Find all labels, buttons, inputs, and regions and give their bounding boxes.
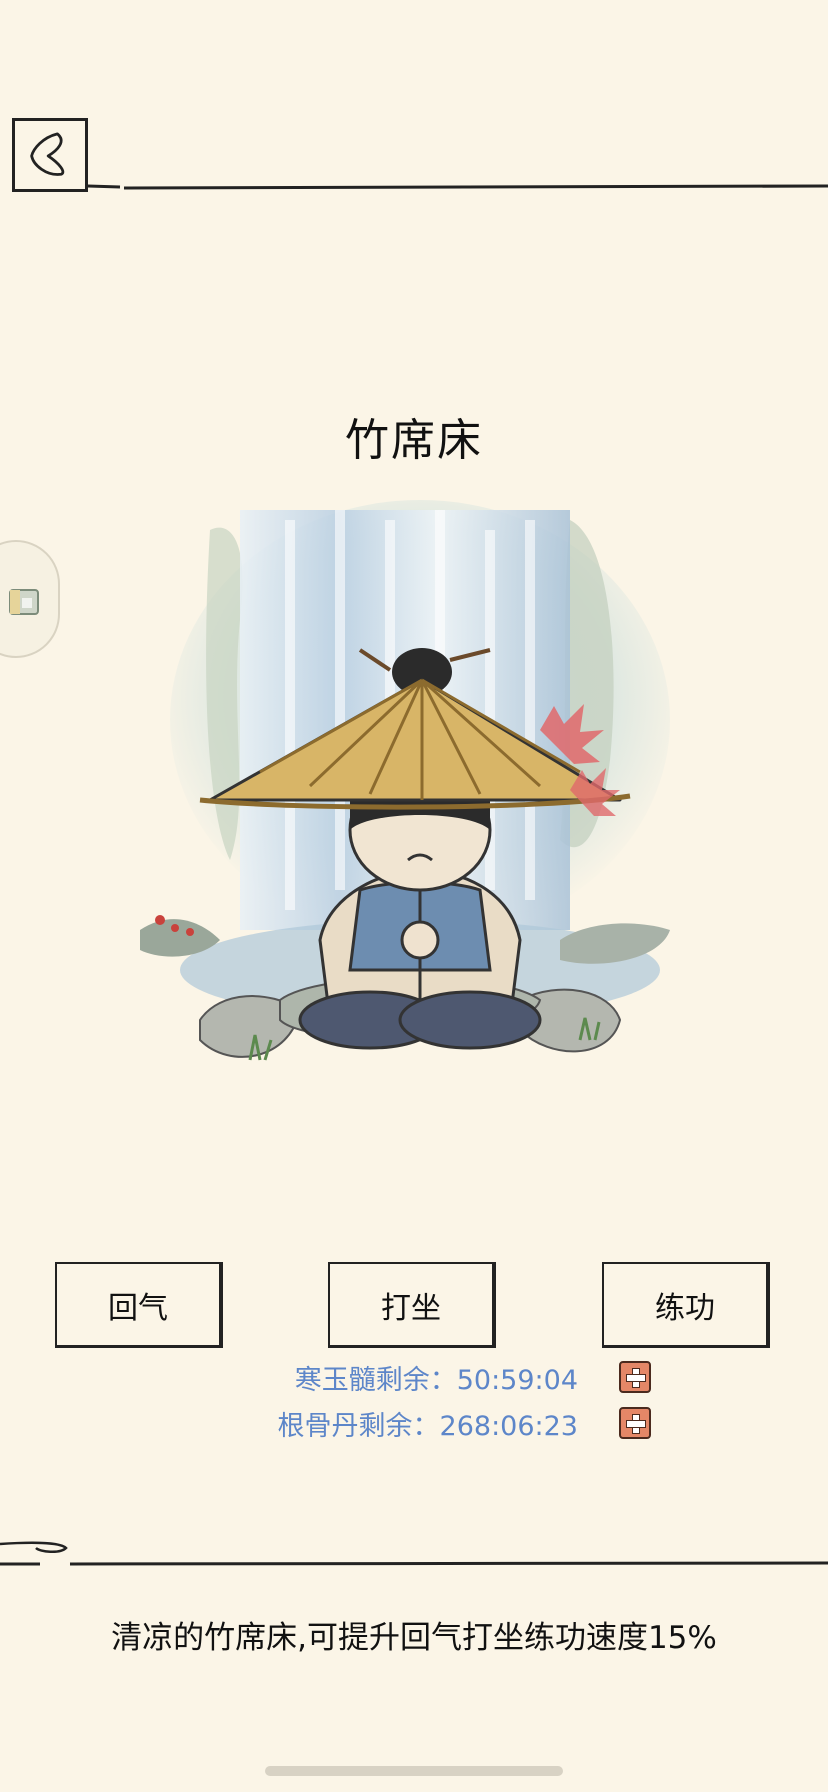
resource-row-hanyusui: 寒玉髓剩余：50:59:04 [0, 1358, 828, 1398]
resource-row-gengudan: 根骨丹剩余：268:06:23 [0, 1404, 828, 1444]
train-button[interactable]: 练功 [602, 1262, 770, 1348]
side-gift-tab[interactable] [0, 540, 60, 658]
gift-box-icon [9, 589, 39, 615]
meditate-label: 打坐 [381, 1290, 441, 1326]
bottom-divider [0, 1541, 828, 1566]
resource-text: 根骨丹剩余：268:06:23 [277, 1411, 578, 1442]
recover-qi-label: 回气 [108, 1290, 168, 1326]
top-divider [87, 184, 828, 190]
train-label: 练功 [655, 1290, 715, 1326]
item-description: 清凉的竹席床,可提升回气打坐练功速度15% [111, 1620, 717, 1656]
recover-qi-button[interactable]: 回气 [55, 1262, 223, 1348]
meditation-illustration [140, 500, 670, 1061]
item-title: 竹席床 [345, 415, 483, 466]
home-indicator[interactable] [265, 1766, 563, 1776]
resource-text: 寒玉髓剩余：50:59:04 [294, 1365, 578, 1396]
meditate-button[interactable]: 打坐 [328, 1262, 496, 1348]
plus-icon[interactable] [619, 1407, 651, 1439]
plus-icon[interactable] [619, 1361, 651, 1393]
